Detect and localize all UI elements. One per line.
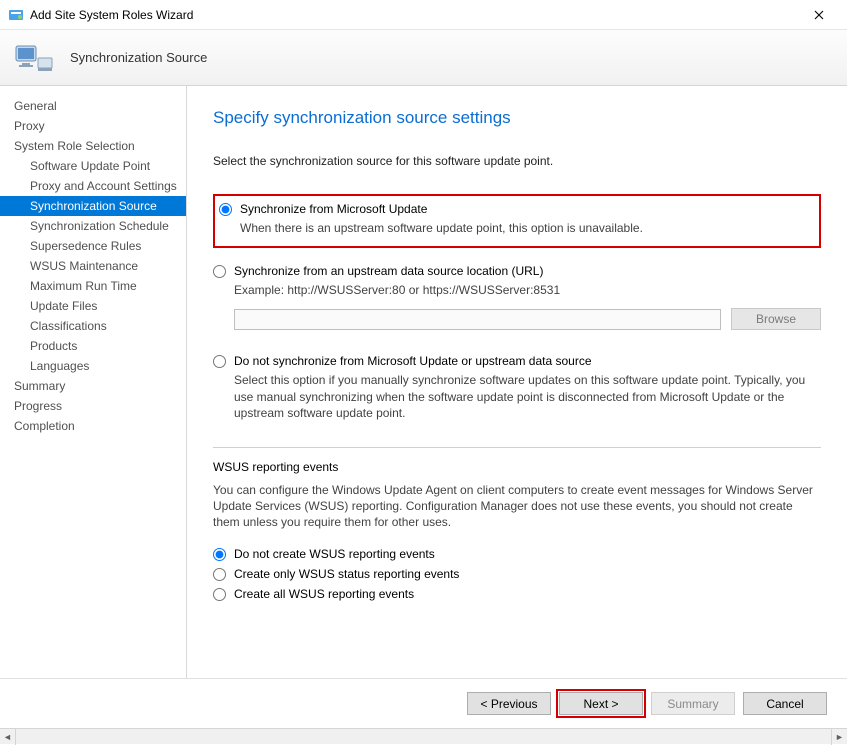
sidebar-item[interactable]: Languages [0,356,186,376]
radio-label-do-not-sync: Do not synchronize from Microsoft Update… [234,354,592,368]
radio-sync-upstream-url[interactable] [213,265,226,278]
radio-label-sync-microsoft-update: Synchronize from Microsoft Update [240,202,427,216]
cancel-button[interactable]: Cancel [743,692,827,715]
summary-button: Summary [651,692,735,715]
browse-button: Browse [731,308,821,330]
sidebar-item[interactable]: Proxy [0,116,186,136]
sidebar-item[interactable]: General [0,96,186,116]
wizard-content: Specify synchronization source settings … [187,86,847,678]
scroll-left-arrow[interactable]: ◄ [0,729,16,745]
sidebar-item[interactable]: Completion [0,416,186,436]
wizard-header-icon [14,40,54,76]
scroll-right-arrow[interactable]: ► [831,729,847,745]
radio-do-not-sync[interactable] [213,355,226,368]
radio-wsus-status-only[interactable] [213,568,226,581]
sidebar-item[interactable]: Supersedence Rules [0,236,186,256]
example-text: Example: http://WSUSServer:80 or https:/… [234,282,821,298]
wsus-section-desc: You can configure the Windows Update Age… [213,482,821,531]
upstream-url-input [234,309,721,330]
close-button[interactable] [799,3,839,27]
sidebar-item[interactable]: Update Files [0,296,186,316]
sidebar-item[interactable]: Synchronization Schedule [0,216,186,236]
sidebar-item[interactable]: Products [0,336,186,356]
sidebar-item[interactable]: Maximum Run Time [0,276,186,296]
wizard-sidebar: GeneralProxySystem Role SelectionSoftwar… [0,86,187,678]
separator [213,447,821,448]
wsus-section-title: WSUS reporting events [213,460,821,474]
title-bar: Add Site System Roles Wizard [0,0,847,30]
wizard-header: Synchronization Source [0,30,847,86]
desc-sync-microsoft-update: When there is an upstream software updat… [240,220,811,236]
sidebar-item[interactable]: Software Update Point [0,156,186,176]
radio-label-wsus-all: Create all WSUS reporting events [234,587,414,601]
intro-text: Select the synchronization source for th… [213,154,821,168]
wizard-footer: < Previous Next > Summary Cancel [0,678,847,728]
next-button[interactable]: Next > [559,692,643,715]
radio-label-wsus-none: Do not create WSUS reporting events [234,547,435,561]
sidebar-item[interactable]: WSUS Maintenance [0,256,186,276]
sidebar-item[interactable]: Classifications [0,316,186,336]
radio-label-wsus-status-only: Create only WSUS status reporting events [234,567,459,581]
radio-wsus-all[interactable] [213,588,226,601]
radio-label-sync-upstream-url: Synchronize from an upstream data source… [234,264,543,278]
highlight-box: Synchronize from Microsoft Update When t… [213,194,821,248]
radio-sync-microsoft-update[interactable] [219,203,232,216]
sidebar-item[interactable]: Progress [0,396,186,416]
page-heading: Specify synchronization source settings [213,108,821,128]
app-icon [8,7,24,23]
sidebar-item[interactable]: Summary [0,376,186,396]
horizontal-scrollbar[interactable]: ◄ ► [0,728,847,744]
radio-wsus-none[interactable] [213,548,226,561]
sidebar-item[interactable]: Proxy and Account Settings [0,176,186,196]
desc-do-not-sync: Select this option if you manually synch… [234,372,821,421]
sidebar-item[interactable]: System Role Selection [0,136,186,156]
wizard-step-title: Synchronization Source [70,50,207,65]
previous-button[interactable]: < Previous [467,692,551,715]
window-title: Add Site System Roles Wizard [30,8,799,22]
sidebar-item[interactable]: Synchronization Source [0,196,186,216]
